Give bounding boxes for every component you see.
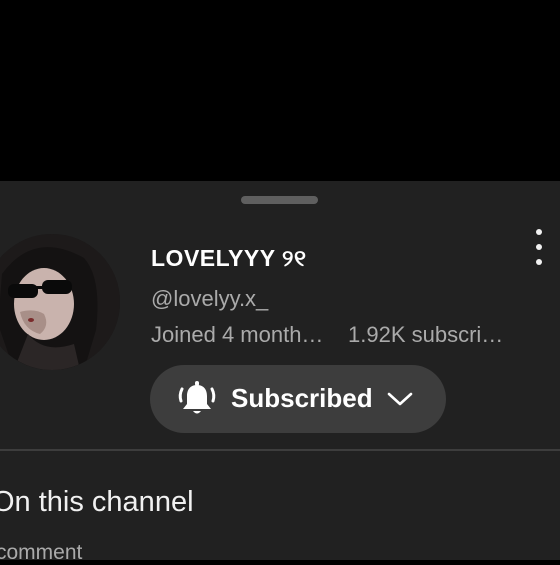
subscriber-count: 1.92K subscri… <box>348 322 504 347</box>
chevron-down-icon <box>387 392 413 406</box>
bell-icon <box>178 381 216 414</box>
video-area <box>0 0 560 181</box>
subscribed-button[interactable]: Subscribed <box>150 365 446 433</box>
section-title: On this channel <box>0 486 194 518</box>
channel-name: LOVELYYY ୨୧ <box>151 245 307 271</box>
channel-handle: @lovelyy.x_ <box>151 286 269 311</box>
dot <box>536 229 542 235</box>
more-vert-icon[interactable] <box>526 229 552 265</box>
subscribed-label: Subscribed <box>231 383 373 413</box>
drag-handle[interactable] <box>241 196 318 204</box>
channel-sheet: LOVELYYY ୨୧ @lovelyy.x_ Joined 4 month… … <box>0 181 560 564</box>
avatar-image <box>0 234 120 370</box>
avatar[interactable] <box>0 234 120 370</box>
dot <box>536 244 542 250</box>
dot <box>536 259 542 265</box>
divider <box>0 449 560 451</box>
section-subtitle: comment <box>0 541 83 564</box>
joined-date: Joined 4 month… <box>151 322 324 347</box>
